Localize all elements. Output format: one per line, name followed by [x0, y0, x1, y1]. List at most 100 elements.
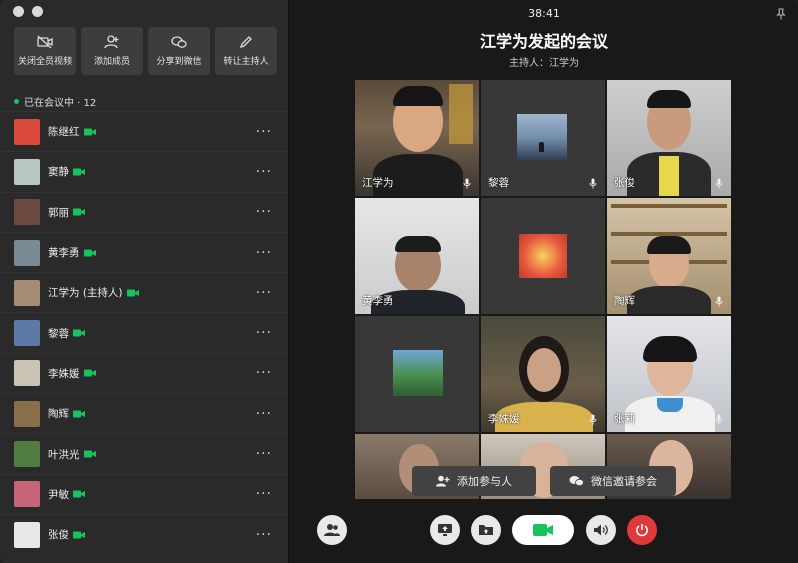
more-options-icon[interactable]: ···	[256, 204, 272, 220]
more-options-icon[interactable]: ···	[256, 245, 272, 261]
video-tile[interactable]: 江学为	[355, 80, 479, 196]
add-person-icon	[104, 35, 119, 49]
camera-on-icon	[73, 329, 85, 337]
share-to-wechat-button[interactable]: 分享到微信	[148, 27, 210, 75]
share-to-wechat-label: 分享到微信	[156, 57, 202, 67]
meeting-window: 关闭全员视频 添加成员 分享到微信 转让主持人 已在会议中 · 12 陈继红 ··…	[0, 0, 798, 563]
mic-icon	[463, 178, 471, 189]
camera-on-icon	[73, 490, 85, 498]
screen-share-button[interactable]	[430, 515, 460, 545]
video-off-icon	[37, 35, 53, 49]
camera-on-icon	[83, 450, 96, 458]
avatar	[14, 481, 40, 508]
member-name: 江学为 (主持人)	[48, 287, 123, 300]
tile-name: 江学为	[362, 177, 394, 189]
avatar	[14, 118, 40, 145]
transfer-host-button[interactable]: 转让主持人	[215, 27, 277, 75]
more-options-icon[interactable]: ···	[256, 486, 272, 502]
wechat-icon	[569, 476, 584, 487]
speaker-icon	[594, 524, 608, 536]
avatar	[14, 320, 40, 347]
member-name: 郭丽	[48, 206, 69, 219]
mic-icon	[715, 414, 723, 425]
online-dot-icon	[14, 99, 19, 104]
more-options-icon[interactable]: ···	[256, 406, 272, 422]
video-tile[interactable]: 陶辉	[607, 198, 731, 314]
tile-name: 李姝媛	[488, 413, 520, 425]
member-name: 叶洪光	[48, 448, 80, 461]
tile-name: 黄李勇	[362, 295, 394, 307]
avatar	[14, 441, 40, 468]
pin-icon[interactable]	[776, 8, 786, 20]
video-tile[interactable]	[481, 198, 605, 314]
more-options-icon[interactable]: ···	[256, 365, 272, 381]
camera-icon	[533, 524, 553, 536]
video-tile[interactable]: 张莉	[607, 316, 731, 432]
member-row[interactable]: 黄李勇 ···	[0, 231, 288, 272]
member-row[interactable]: 窦静 ···	[0, 151, 288, 191]
member-name: 陶辉	[48, 408, 69, 421]
more-options-icon[interactable]: ···	[256, 164, 272, 180]
avatar	[14, 239, 40, 266]
participants-toggle-button[interactable]	[317, 515, 347, 545]
tile-name: 张莉	[614, 413, 635, 425]
add-participant-button[interactable]: 添加参与人	[412, 466, 536, 496]
video-grid: 江学为 黎蓉 张俊 黄李勇 陶辉 李姝媛 张莉	[355, 80, 731, 499]
sidebar-actions: 关闭全员视频 添加成员 分享到微信 转让主持人	[14, 27, 277, 75]
member-row[interactable]: 叶洪光 ···	[0, 433, 288, 473]
tile-name: 黎蓉	[488, 177, 509, 189]
member-list: 陈继红 ··· 窦静 ··· 郭丽 ··· 黄李勇 ··· 江学为 (主持人) ··· 黎蓉 ··· 李…	[0, 111, 288, 554]
avatar	[14, 360, 40, 387]
camera-on-icon	[126, 289, 139, 297]
add-participant-label: 添加参与人	[457, 475, 512, 488]
minimize-window-button[interactable]	[32, 6, 43, 17]
member-row[interactable]: 陈继红 ···	[0, 111, 288, 151]
mute-all-video-button[interactable]: 关闭全员视频	[14, 27, 76, 75]
member-row[interactable]: 尹敏 ···	[0, 473, 288, 514]
transfer-host-label: 转让主持人	[223, 57, 269, 67]
member-row[interactable]: 李姝媛 ···	[0, 352, 288, 393]
meeting-title: 江学为发起的会议	[479, 32, 608, 51]
more-options-icon[interactable]: ···	[256, 446, 272, 462]
member-name: 窦静	[48, 166, 69, 179]
video-tile[interactable]: 黎蓉	[481, 80, 605, 196]
member-row[interactable]: 黎蓉 ···	[0, 312, 288, 352]
speaker-toggle-button[interactable]	[586, 515, 616, 545]
video-tile[interactable]	[355, 316, 479, 432]
pen-icon	[239, 36, 252, 49]
window-controls	[13, 6, 43, 17]
wechat-icon	[171, 36, 187, 48]
camera-toggle-button[interactable]	[512, 515, 574, 545]
meeting-host: 主持人：江学为	[509, 58, 579, 69]
avatar	[14, 279, 40, 306]
camera-on-icon	[73, 168, 85, 176]
wechat-invite-label: 微信邀请参会	[591, 475, 657, 488]
add-member-button[interactable]: 添加成员	[81, 27, 143, 75]
avatar	[14, 199, 40, 226]
video-tile[interactable]: 张俊	[607, 80, 731, 196]
member-name: 黎蓉	[48, 327, 69, 340]
share-file-button[interactable]	[471, 515, 501, 545]
mic-icon	[715, 178, 723, 189]
member-row[interactable]: 江学为 (主持人) ···	[0, 272, 288, 312]
member-row[interactable]: 郭丽 ···	[0, 191, 288, 232]
video-tile[interactable]: 李姝媛	[481, 316, 605, 432]
video-area: 38:41 江学为发起的会议 主持人：江学为 江学为 黎蓉 张俊 黄李勇 陶辉 …	[290, 0, 798, 563]
member-name: 黄李勇	[48, 247, 80, 260]
close-window-button[interactable]	[13, 6, 24, 17]
screen-share-icon	[438, 524, 452, 536]
video-tile[interactable]: 黄李勇	[355, 198, 479, 314]
mic-icon	[589, 178, 597, 189]
more-options-icon[interactable]: ···	[256, 124, 272, 140]
member-name: 尹敏	[48, 488, 69, 501]
mic-icon	[589, 414, 597, 425]
more-options-icon[interactable]: ···	[256, 325, 272, 341]
camera-on-icon	[83, 128, 96, 136]
more-options-icon[interactable]: ···	[256, 285, 272, 301]
bottom-toolbar	[0, 515, 657, 545]
mute-all-video-label: 关闭全员视频	[17, 57, 72, 67]
people-icon	[324, 524, 340, 536]
leave-meeting-button[interactable]	[627, 515, 657, 545]
member-row[interactable]: 陶辉 ···	[0, 393, 288, 433]
wechat-invite-button[interactable]: 微信邀请参会	[550, 466, 676, 496]
